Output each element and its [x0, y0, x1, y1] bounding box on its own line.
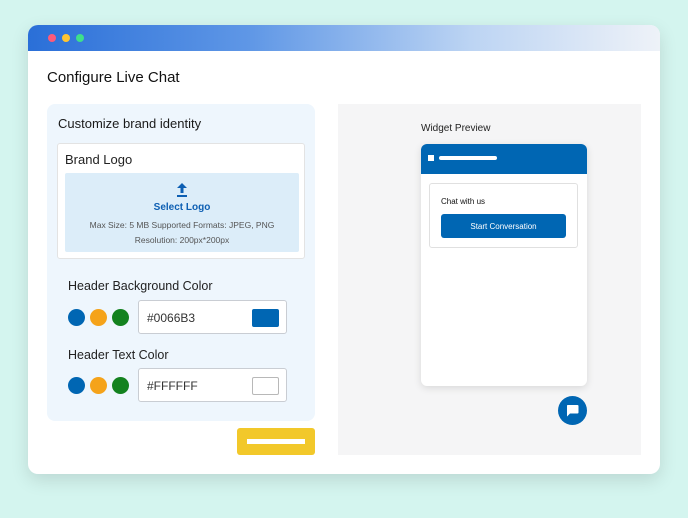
widget-header-icon	[428, 155, 434, 161]
logo-requirements: Max Size: 5 MB Supported Formats: JPEG, …	[65, 218, 299, 248]
maximize-window-dot[interactable]	[76, 34, 84, 42]
widget-header	[421, 144, 587, 174]
header-text-color-preview[interactable]	[252, 377, 279, 395]
save-button[interactable]	[237, 428, 315, 455]
close-window-dot[interactable]	[48, 34, 56, 42]
chat-bubble-icon	[566, 405, 579, 417]
swatch-green[interactable]	[112, 377, 129, 394]
chat-card: Chat with us Start Conversation	[429, 183, 578, 248]
header-bg-color-input[interactable]: #0066B3	[138, 300, 287, 334]
brand-logo-card: Brand Logo Select Logo Max Size: 5 MB Su…	[57, 143, 305, 259]
swatch-orange[interactable]	[90, 309, 107, 326]
minimize-window-dot[interactable]	[62, 34, 70, 42]
section-title: Customize brand identity	[58, 116, 202, 131]
save-button-placeholder-bar	[247, 439, 305, 444]
swatch-blue[interactable]	[68, 309, 85, 326]
window-titlebar	[28, 25, 660, 51]
app-window: Configure Live Chat Customize brand iden…	[28, 25, 660, 474]
chat-launcher-button[interactable]	[558, 396, 587, 425]
select-logo-link[interactable]: Select Logo	[65, 202, 299, 213]
widget-header-title-bar	[439, 156, 497, 160]
header-text-color-value: #FFFFFF	[147, 379, 198, 393]
customize-panel: Customize brand identity Brand Logo Sele…	[47, 104, 315, 421]
logo-resolution: Resolution: 200px*200px	[134, 235, 230, 245]
swatch-orange[interactable]	[90, 377, 107, 394]
widget-preview-title: Widget Preview	[421, 123, 491, 134]
header-text-color-input[interactable]: #FFFFFF	[138, 368, 287, 402]
brand-logo-label: Brand Logo	[65, 152, 133, 167]
header-bg-color-preview[interactable]	[252, 309, 279, 327]
upload-icon	[177, 183, 187, 197]
header-bg-color-value: #0066B3	[147, 311, 196, 325]
chat-widget-preview: Chat with us Start Conversation	[421, 144, 587, 386]
swatch-blue[interactable]	[68, 377, 85, 394]
page-title: Configure Live Chat	[47, 69, 180, 86]
start-conversation-button[interactable]: Start Conversation	[441, 214, 566, 238]
widget-preview-panel: Widget Preview Chat with us Start Conver…	[338, 104, 641, 455]
swatch-green[interactable]	[112, 309, 129, 326]
chat-with-us-text: Chat with us	[441, 197, 486, 206]
header-text-color-label: Header Text Color	[68, 348, 169, 362]
logo-size-formats: Max Size: 5 MB Supported Formats: JPEG, …	[89, 220, 275, 230]
header-bg-color-label: Header Background Color	[68, 279, 213, 293]
logo-dropzone[interactable]: Select Logo Max Size: 5 MB Supported For…	[65, 173, 299, 252]
